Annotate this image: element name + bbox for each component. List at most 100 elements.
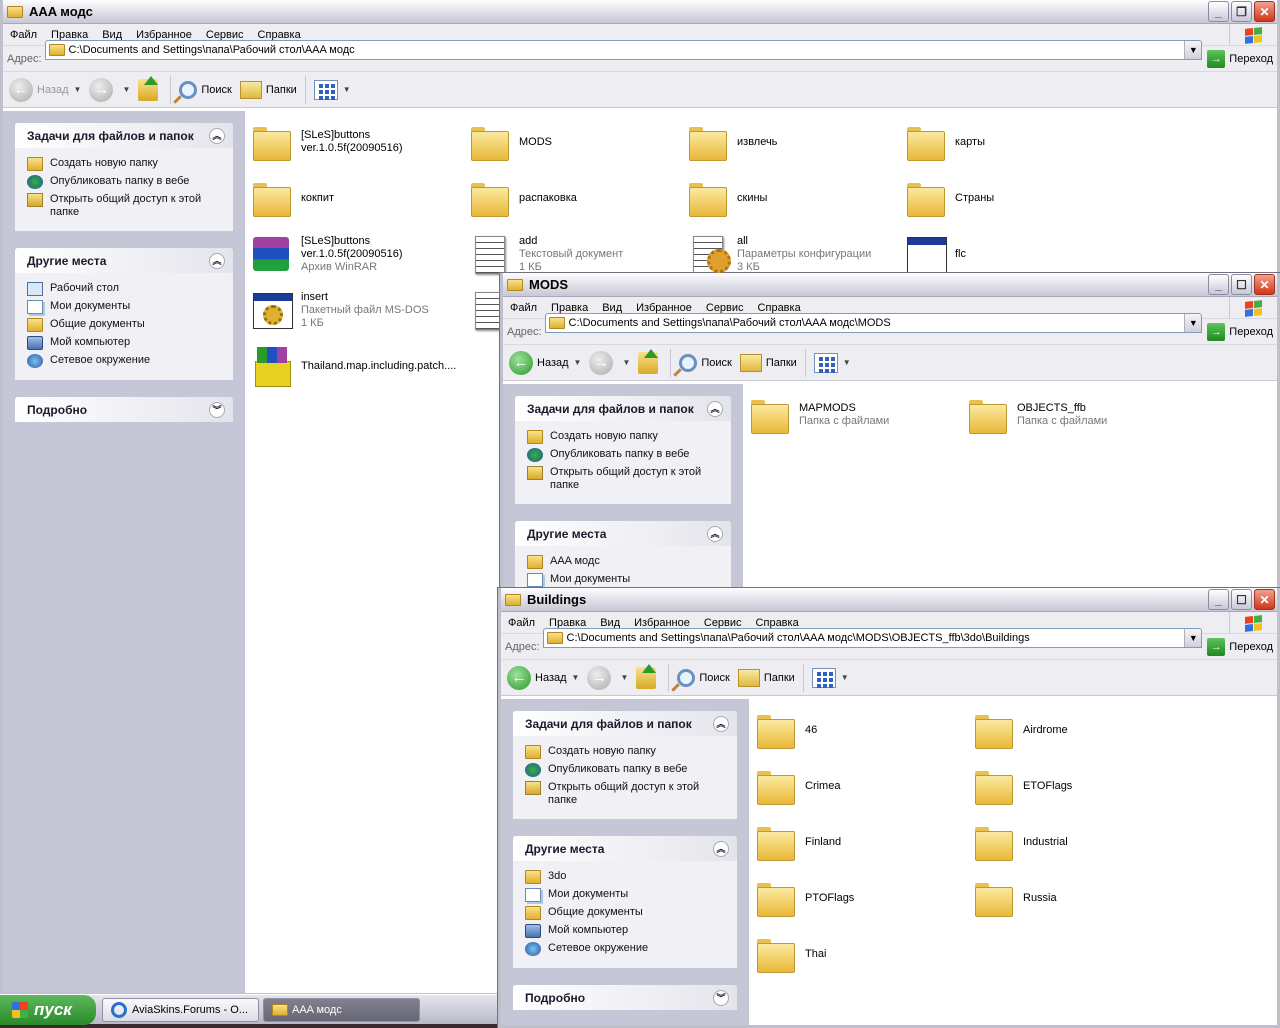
file-item[interactable]: all Параметры конфигурации 3 КБ [687, 229, 905, 279]
file-item[interactable]: Thailand.map.including.patch.... [251, 341, 469, 391]
file-item[interactable]: Crimea [755, 761, 973, 811]
task-link[interactable]: Общие документы [27, 318, 223, 332]
menu-item[interactable]: Справка [751, 302, 808, 314]
menu-item[interactable]: Файл [501, 617, 542, 629]
collapse-icon[interactable]: ︽ [707, 525, 723, 542]
task-link[interactable]: Мой компьютер [525, 924, 727, 938]
dropdown-caret-icon[interactable]: ▼ [122, 85, 130, 94]
folders-button[interactable]: Папки [239, 80, 297, 99]
search-button[interactable]: Поиск [179, 80, 232, 99]
address-dropdown-button[interactable]: ▼ [1184, 41, 1202, 59]
file-item[interactable]: 46 [755, 705, 973, 755]
details-panel-header[interactable]: Подробно ︾ [15, 397, 233, 422]
file-item[interactable]: MAPMODS Папка с файлами [749, 390, 967, 440]
file-item[interactable]: [SLeS]buttons ver.1.0.5f(20090516) [251, 117, 469, 167]
task-link[interactable]: Опубликовать папку в вебе [27, 175, 223, 189]
file-item[interactable]: ETOFlags [973, 761, 1191, 811]
task-link[interactable]: AAA модс [527, 555, 721, 569]
task-link[interactable]: Сетевое окружение [27, 354, 223, 368]
task-link[interactable]: Сетевое окружение [525, 942, 727, 956]
menu-item[interactable]: Файл [503, 302, 544, 314]
go-button[interactable]: → Переход [1207, 637, 1273, 656]
views-button[interactable]: ▼ [813, 352, 851, 373]
task-link[interactable]: Мои документы [525, 888, 727, 902]
go-button[interactable]: → Переход [1207, 322, 1273, 341]
dropdown-caret-icon[interactable]: ▼ [574, 358, 582, 367]
collapse-icon[interactable]: ︽ [713, 840, 729, 857]
address-input[interactable]: C:\Documents and Settings\папа\Рабочий с… [44, 40, 1203, 60]
forward-button[interactable]: → ▼ [587, 665, 628, 690]
back-button[interactable]: ← Назад ▼ [507, 665, 579, 690]
task-link[interactable]: Мой компьютер [27, 336, 223, 350]
collapse-icon[interactable]: ︽ [713, 715, 729, 732]
task-link[interactable]: Открыть общий доступ к этой папке [527, 466, 721, 492]
menu-item[interactable]: Сервис [199, 29, 251, 41]
task-link[interactable]: Открыть общий доступ к этой папке [27, 193, 223, 219]
task-link[interactable]: Создать новую папку [527, 430, 721, 444]
views-button[interactable]: ▼ [313, 79, 351, 100]
title-bar[interactable]: Buildings _ ☐ ✕ [501, 588, 1277, 612]
maximize-button[interactable]: ☐ [1231, 589, 1252, 610]
start-button[interactable]: пуск [0, 994, 96, 1025]
details-panel-header[interactable]: Подробно ︾ [513, 985, 737, 1010]
menu-item[interactable]: Справка [749, 617, 806, 629]
folders-button[interactable]: Папки [737, 668, 795, 687]
file-item[interactable]: MODS [469, 117, 687, 167]
task-link[interactable]: Общие документы [525, 906, 727, 920]
menu-item[interactable]: Сервис [699, 302, 751, 314]
search-button[interactable]: Поиск [679, 353, 732, 372]
menu-item[interactable]: Вид [593, 617, 627, 629]
minimize-button[interactable]: _ [1208, 1, 1229, 22]
maximize-button[interactable]: ❐ [1231, 1, 1252, 22]
minimize-button[interactable]: _ [1208, 274, 1229, 295]
forward-button[interactable]: → ▼ [589, 350, 630, 375]
collapse-icon[interactable]: ︽ [707, 400, 723, 417]
folders-button[interactable]: Папки [739, 353, 797, 372]
menu-item[interactable]: Сервис [697, 617, 749, 629]
dropdown-caret-icon[interactable]: ▼ [622, 358, 630, 367]
search-button[interactable]: Поиск [677, 668, 730, 687]
file-tasks-panel-header[interactable]: Задачи для файлов и папок ︽ [15, 123, 233, 148]
menu-item[interactable]: Вид [595, 302, 629, 314]
file-item[interactable]: скины [687, 173, 905, 223]
file-item[interactable]: карты [905, 117, 1123, 167]
task-link[interactable]: Рабочий стол [27, 282, 223, 296]
collapse-icon[interactable]: ︽ [209, 127, 225, 144]
dropdown-caret-icon[interactable]: ▼ [74, 85, 82, 94]
menu-item[interactable]: Правка [44, 29, 95, 41]
file-item[interactable]: Russia [973, 873, 1191, 923]
taskbar-button[interactable]: AviaSkins.Forums - O... [102, 997, 259, 1022]
file-tasks-panel-header[interactable]: Задачи для файлов и папок ︽ [515, 396, 731, 421]
menu-item[interactable]: Избранное [129, 29, 199, 41]
menu-item[interactable]: Справка [251, 29, 308, 41]
task-link[interactable]: Опубликовать папку в вебе [527, 448, 721, 462]
menu-item[interactable]: Файл [3, 29, 44, 41]
other-places-panel-header[interactable]: Другие места ︽ [513, 836, 737, 861]
file-item[interactable]: flc [905, 229, 1123, 279]
taskbar-button[interactable]: AAA модс [263, 997, 420, 1022]
title-bar[interactable]: MODS _ ☐ ✕ [503, 273, 1277, 297]
close-button[interactable]: ✕ [1254, 589, 1275, 610]
file-item[interactable]: add Текстовый документ 1 КБ [469, 229, 687, 279]
address-input[interactable]: C:\Documents and Settings\папа\Рабочий с… [542, 628, 1203, 648]
file-item[interactable]: insert Пакетный файл MS-DOS 1 КБ [251, 285, 469, 335]
other-places-panel-header[interactable]: Другие места ︽ [15, 248, 233, 273]
file-tasks-panel-header[interactable]: Задачи для файлов и папок ︽ [513, 711, 737, 736]
file-item[interactable]: Finland [755, 817, 973, 867]
file-item[interactable]: распаковка [469, 173, 687, 223]
task-link[interactable]: Открыть общий доступ к этой папке [525, 781, 727, 807]
task-link[interactable]: 3do [525, 870, 727, 884]
task-link[interactable]: Мои документы [27, 300, 223, 314]
task-link[interactable]: Создать новую папку [525, 745, 727, 759]
file-item[interactable]: Airdrome [973, 705, 1191, 755]
task-link[interactable]: Мои документы [527, 573, 721, 587]
minimize-button[interactable]: _ [1208, 589, 1229, 610]
back-button[interactable]: ← Назад ▼ [9, 77, 82, 102]
menu-item[interactable]: Правка [544, 302, 595, 314]
file-item[interactable]: Thai [755, 929, 973, 979]
collapse-icon[interactable]: ︽ [209, 252, 225, 269]
forward-button[interactable]: → ▼ [89, 77, 130, 102]
close-button[interactable]: ✕ [1254, 274, 1275, 295]
file-item[interactable]: извлечь [687, 117, 905, 167]
dropdown-caret-icon[interactable]: ▼ [620, 673, 628, 682]
